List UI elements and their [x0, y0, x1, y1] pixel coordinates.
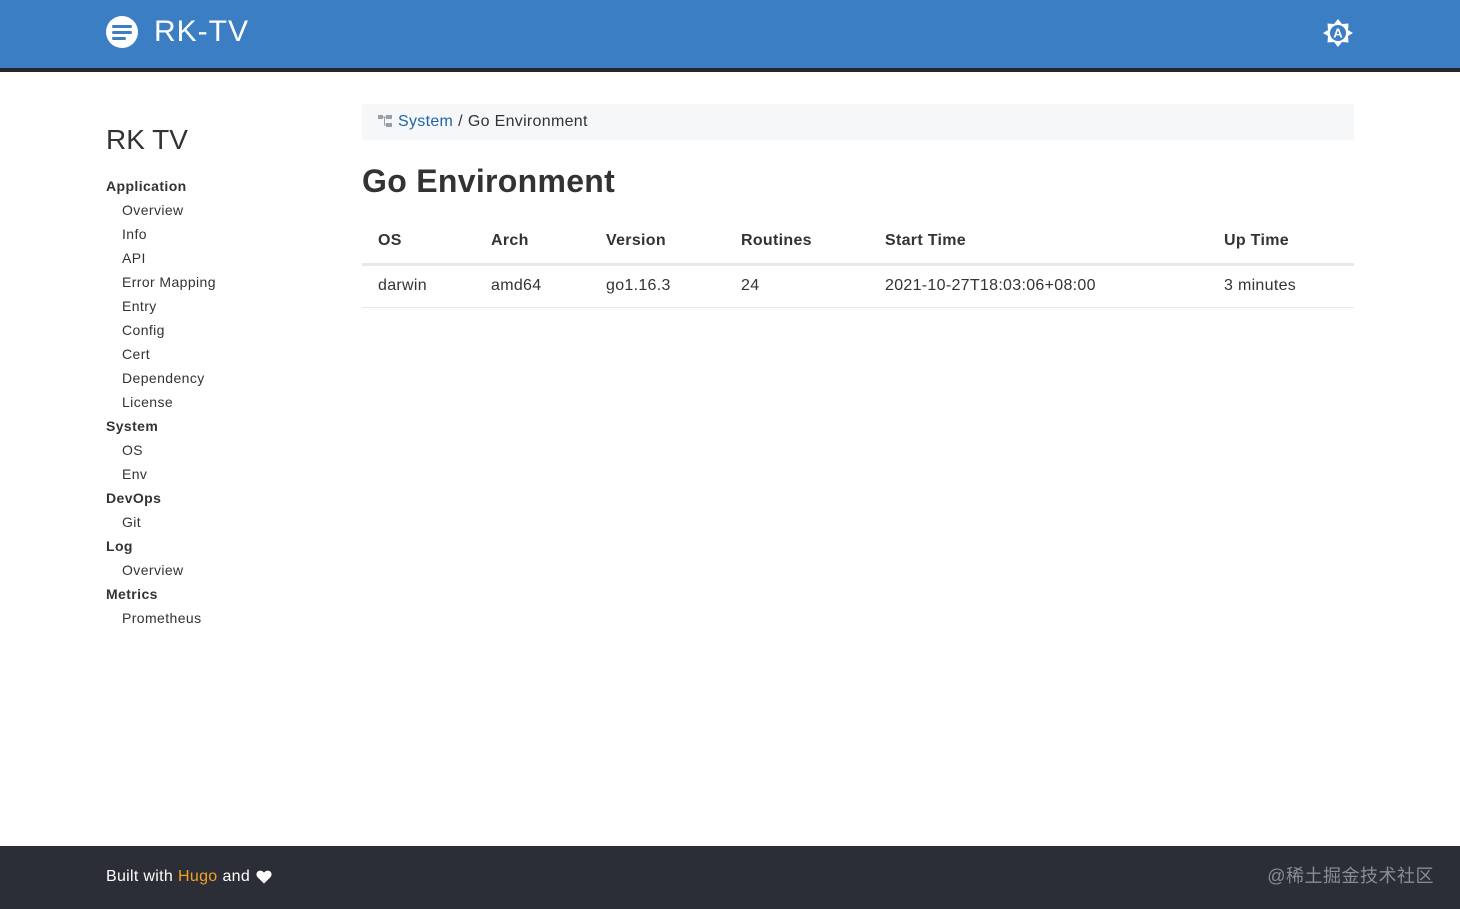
column-header-start-time: Start Time — [869, 220, 1208, 266]
table-row: darwin amd64 go1.16.3 24 2021-10-27T18:0… — [362, 264, 1354, 308]
breadcrumb: System / Go Environment — [362, 104, 1354, 140]
sidebar-item-dependency[interactable]: Dependency — [106, 366, 326, 390]
go-env-table: OS Arch Version Routines Start Time Up T… — [362, 220, 1354, 308]
cell-version: go1.16.3 — [590, 264, 725, 308]
sidebar-section-application: Application — [106, 178, 187, 194]
column-header-os: OS — [362, 220, 475, 266]
sidebar-section-system: System — [106, 418, 159, 434]
watermark: @稀土掘金技术社区 — [1267, 866, 1434, 886]
footer-built-with: Built with — [106, 868, 174, 885]
column-header-version: Version — [590, 220, 725, 266]
logo-icon — [106, 16, 138, 48]
sidebar-item-api[interactable]: API — [106, 246, 326, 270]
heart-icon — [256, 870, 272, 884]
page-title: Go Environment — [362, 163, 616, 199]
footer: Built with Hugo and @稀土掘金技术社区 — [0, 846, 1460, 909]
cell-os: darwin — [362, 264, 475, 308]
sidebar: RK TV Application Overview Info API Erro… — [106, 120, 326, 630]
sidebar-section-metrics: Metrics — [106, 586, 158, 602]
sidebar-item-overview[interactable]: Overview — [106, 198, 326, 222]
theme-toggle-letter: A — [1333, 26, 1343, 41]
cell-up-time: 3 minutes — [1208, 264, 1354, 308]
cell-start-time: 2021-10-27T18:03:06+08:00 — [869, 264, 1208, 308]
sidebar-item-config[interactable]: Config — [106, 318, 326, 342]
sitemap-icon — [378, 115, 392, 127]
sidebar-title: RK TV — [106, 124, 188, 155]
cell-routines: 24 — [725, 264, 869, 308]
cell-arch: amd64 — [475, 264, 590, 308]
sidebar-item-license[interactable]: License — [106, 390, 326, 414]
sidebar-section-devops: DevOps — [106, 490, 162, 506]
sidebar-item-error-mapping[interactable]: Error Mapping — [106, 270, 326, 294]
site-name: RK-TV — [154, 15, 249, 48]
sidebar-item-git[interactable]: Git — [106, 510, 326, 534]
breadcrumb-current: Go Environment — [467, 113, 588, 130]
column-header-up-time: Up Time — [1208, 220, 1354, 266]
auto-theme-icon: A — [1323, 19, 1353, 47]
sidebar-item-prometheus[interactable]: Prometheus — [106, 606, 326, 630]
hugo-link[interactable]: Hugo — [178, 868, 217, 886]
sidebar-item-cert[interactable]: Cert — [106, 342, 326, 366]
top-navbar: RK-TV A — [0, 0, 1460, 72]
sidebar-item-log-overview[interactable]: Overview — [106, 558, 326, 582]
sidebar-item-env[interactable]: Env — [106, 462, 326, 486]
sidebar-item-os[interactable]: OS — [106, 438, 326, 462]
breadcrumb-link-system[interactable]: System — [398, 113, 453, 131]
sidebar-item-entry[interactable]: Entry — [106, 294, 326, 318]
table-header-row: OS Arch Version Routines Start Time Up T… — [362, 220, 1354, 266]
footer-credit: Built with Hugo and — [106, 868, 272, 886]
column-header-arch: Arch — [475, 220, 590, 266]
column-header-routines: Routines — [725, 220, 869, 266]
sidebar-item-info[interactable]: Info — [106, 222, 326, 246]
breadcrumb-separator: / — [458, 113, 463, 130]
footer-and: and — [222, 868, 251, 885]
sidebar-section-log: Log — [106, 538, 133, 554]
theme-toggle-button[interactable]: A — [1322, 17, 1354, 49]
brand-home-link[interactable]: RK-TV — [106, 15, 249, 49]
